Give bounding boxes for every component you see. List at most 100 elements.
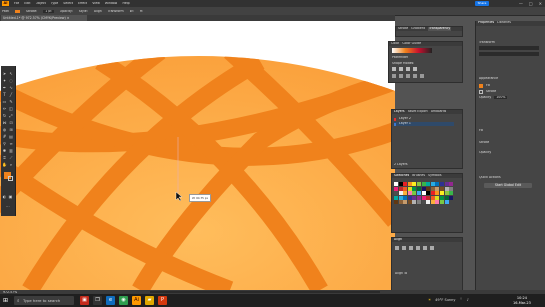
color-swatch[interactable]: [412, 182, 417, 186]
taskbar-search[interactable]: ⌕ Type here to search: [14, 296, 74, 305]
exclude-icon[interactable]: [413, 67, 417, 71]
color-swatch[interactable]: [421, 186, 426, 191]
menu-item-window[interactable]: Window: [105, 2, 118, 5]
tab-swatches[interactable]: Swatches: [394, 174, 409, 178]
color-swatch[interactable]: [421, 195, 426, 200]
edge-icon[interactable]: e: [106, 296, 115, 305]
opacity-field[interactable]: 100%: [494, 96, 508, 100]
transform-y-field[interactable]: [479, 52, 539, 56]
color-swatch[interactable]: [398, 182, 403, 186]
close-icon[interactable]: ✕: [539, 1, 542, 6]
color-swatch[interactable]: [426, 195, 431, 200]
color-swatch[interactable]: [426, 191, 431, 196]
color-swatch[interactable]: [444, 182, 449, 186]
close-tab-icon[interactable]: ×: [67, 16, 70, 20]
minimize-icon[interactable]: —: [519, 1, 523, 6]
color-swatch[interactable]: [394, 186, 398, 191]
stroke-swatch-icon[interactable]: [479, 90, 483, 94]
color-swatch[interactable]: [416, 200, 421, 205]
color-swatch[interactable]: [407, 182, 412, 186]
ctrl-style-label[interactable]: Style:: [79, 10, 88, 13]
color-swatch[interactable]: [435, 200, 440, 205]
color-swatch[interactable]: [407, 191, 412, 196]
stroke-color-icon[interactable]: [8, 176, 13, 181]
color-swatch[interactable]: [426, 182, 431, 186]
volume-icon[interactable]: ♪: [467, 298, 469, 302]
color-swatch[interactable]: [435, 191, 440, 196]
paintbrush-tool-icon[interactable]: ✎: [9, 99, 14, 104]
divide-icon[interactable]: [392, 74, 396, 78]
color-swatch[interactable]: [416, 186, 421, 191]
color-swatch[interactable]: [430, 191, 435, 196]
color-swatch[interactable]: [403, 191, 408, 196]
tab-layers[interactable]: Layers: [394, 110, 405, 114]
color-swatch[interactable]: [439, 186, 444, 191]
symbol-sprayer-icon[interactable]: ✺: [2, 148, 7, 153]
color-swatch[interactable]: [449, 195, 454, 200]
graph-tool-icon[interactable]: ▥: [9, 148, 14, 153]
start-global-edit-button[interactable]: Start Global Edit: [484, 183, 532, 188]
network-icon[interactable]: ⌔: [459, 297, 462, 302]
color-swatch[interactable]: [444, 195, 449, 200]
tab-properties[interactable]: Properties: [478, 21, 494, 26]
task-view-icon[interactable]: ❐: [93, 296, 102, 305]
color-swatch[interactable]: [398, 191, 403, 196]
tab-artboards[interactable]: Artboards: [431, 110, 447, 114]
menu-item-edit[interactable]: Edit: [24, 2, 30, 5]
color-swatch[interactable]: [430, 195, 435, 200]
layer-row[interactable]: Layer 1: [394, 122, 454, 126]
curvature-tool-icon[interactable]: ∿: [9, 85, 14, 90]
zoom-tool-icon[interactable]: ⌕: [9, 162, 14, 167]
color-swatch[interactable]: [439, 182, 444, 186]
color-swatch[interactable]: [394, 195, 398, 200]
file-explorer-icon[interactable]: ▰: [145, 296, 154, 305]
color-swatch[interactable]: [403, 186, 408, 191]
tab-color-guide[interactable]: Color Guide: [402, 42, 421, 46]
color-swatch[interactable]: [421, 191, 426, 196]
mesh-tool-icon[interactable]: #: [2, 134, 7, 139]
tab-stroke[interactable]: Stroke: [398, 27, 408, 31]
color-swatch[interactable]: [426, 200, 431, 205]
color-swatch[interactable]: [398, 195, 403, 200]
color-swatch[interactable]: [426, 186, 431, 191]
illustrator-icon[interactable]: Ai: [132, 296, 141, 305]
menu-item-select[interactable]: Select: [63, 2, 73, 5]
align-right-icon[interactable]: [409, 246, 413, 250]
color-swatch[interactable]: [421, 182, 426, 186]
ctrl-transform-label[interactable]: Transform: [108, 10, 124, 13]
windows-start-icon[interactable]: ⊞: [3, 297, 10, 304]
app-icon[interactable]: ▣: [80, 296, 89, 305]
pencil-tool-icon[interactable]: ✏: [2, 106, 7, 111]
draw-mode-icon[interactable]: ◐: [2, 194, 7, 199]
color-swatch[interactable]: [430, 182, 435, 186]
color-ramp[interactable]: [392, 48, 432, 53]
gradient-tool-icon[interactable]: ▤: [9, 134, 14, 139]
artboard-canvas[interactable]: [0, 21, 395, 290]
color-swatch[interactable]: [403, 182, 408, 186]
tab-libraries[interactable]: Libraries: [497, 21, 511, 26]
width-tool-icon[interactable]: ⋈: [2, 120, 7, 125]
color-swatch[interactable]: [439, 200, 444, 205]
menu-item-help[interactable]: Help: [122, 2, 129, 5]
menu-item-object[interactable]: Object: [36, 2, 46, 5]
clock[interactable]: 10:24 16-Mar-23: [513, 296, 531, 305]
color-swatch[interactable]: [403, 200, 408, 205]
color-swatch[interactable]: [394, 200, 398, 205]
artboard-tool-icon[interactable]: ⌗: [2, 155, 7, 160]
color-swatch[interactable]: [394, 191, 398, 196]
shape-builder-icon[interactable]: ◍: [2, 127, 7, 132]
color-swatch[interactable]: [435, 195, 440, 200]
color-swatch[interactable]: [416, 191, 421, 196]
align-top-icon[interactable]: [416, 246, 420, 250]
color-swatch[interactable]: [403, 195, 408, 200]
weather-text[interactable]: 49°F Sunny: [435, 298, 455, 302]
menu-item-effect[interactable]: Effect: [78, 2, 87, 5]
trim-icon[interactable]: [399, 74, 403, 78]
direct-selection-tool-icon[interactable]: ↖: [9, 71, 14, 76]
hand-tool-icon[interactable]: ✋: [2, 162, 7, 167]
color-swatch[interactable]: [435, 186, 440, 191]
maximize-icon[interactable]: □: [529, 1, 533, 6]
transform-x-field[interactable]: [479, 46, 539, 50]
fill-swatch-icon[interactable]: [479, 84, 483, 88]
more-tools-icon[interactable]: ⋯: [5, 204, 10, 209]
